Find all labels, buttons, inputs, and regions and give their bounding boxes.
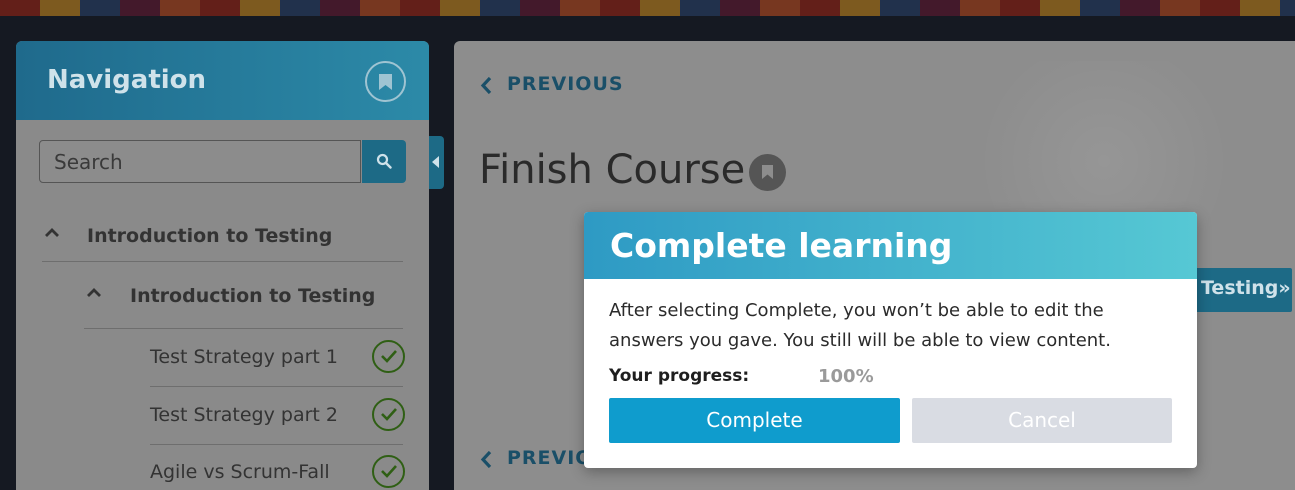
nav-item-test-strategy-part-2[interactable]: Test Strategy part 2: [150, 388, 405, 445]
chevron-up-icon[interactable]: [45, 228, 59, 238]
nav-subsection-label: Introduction to Testing: [130, 285, 376, 307]
sidebar-header: Navigation: [16, 41, 429, 120]
nav-section-label: Introduction to Testing: [87, 225, 333, 247]
bookmark-page-button[interactable]: [749, 154, 786, 191]
bookmark-icon: [379, 74, 392, 90]
chevron-left-icon: [432, 156, 439, 168]
check-circle-icon: [372, 398, 405, 431]
navigation-sidebar: Navigation Introduction to Testing Intro…: [16, 41, 429, 490]
progress-value: 100%: [818, 366, 874, 387]
complete-learning-dialog: Complete learning After selecting Comple…: [584, 212, 1197, 468]
dialog-title: Complete learning: [610, 226, 953, 265]
nav-item-label: Agile vs Scrum-Fall: [150, 461, 330, 483]
nav-item-agile-vs-scrum-fall[interactable]: Agile vs Scrum-Fall: [150, 445, 405, 490]
dialog-message: After selecting Complete, you won’t be a…: [609, 300, 1111, 351]
nav-item-label: Test Strategy part 1: [150, 346, 338, 368]
chevron-left-icon: [480, 451, 492, 468]
cancel-button[interactable]: Cancel: [912, 398, 1172, 443]
search-input[interactable]: [40, 141, 360, 182]
nav-item-test-strategy-part-1[interactable]: Test Strategy part 1: [150, 330, 405, 387]
bookmarks-button[interactable]: [365, 61, 406, 102]
search-button[interactable]: [362, 140, 406, 183]
complete-button[interactable]: Complete: [609, 398, 900, 443]
page-title: Finish Course: [479, 147, 746, 193]
decorative-banner: [0, 0, 1295, 16]
check-circle-icon: [372, 455, 405, 488]
next-course-button[interactable]: Testing»: [1189, 268, 1292, 312]
collapse-sidebar-button[interactable]: [429, 136, 444, 189]
check-circle-icon: [372, 340, 405, 373]
bookmark-icon: [762, 165, 773, 179]
chevron-left-icon: [480, 77, 492, 94]
nav-item-label: Test Strategy part 2: [150, 404, 338, 426]
sidebar-title: Navigation: [47, 65, 207, 95]
search-icon: [376, 153, 392, 169]
previous-label: PREVIOUS: [507, 73, 624, 95]
dialog-header: Complete learning: [584, 212, 1197, 279]
chevron-up-icon[interactable]: [87, 288, 101, 298]
nav-subsection-introduction-to-testing[interactable]: Introduction to Testing: [84, 273, 403, 329]
search-field[interactable]: [39, 140, 361, 183]
progress-label: Your progress:: [609, 366, 750, 386]
nav-section-introduction-to-testing[interactable]: Introduction to Testing: [42, 219, 403, 262]
